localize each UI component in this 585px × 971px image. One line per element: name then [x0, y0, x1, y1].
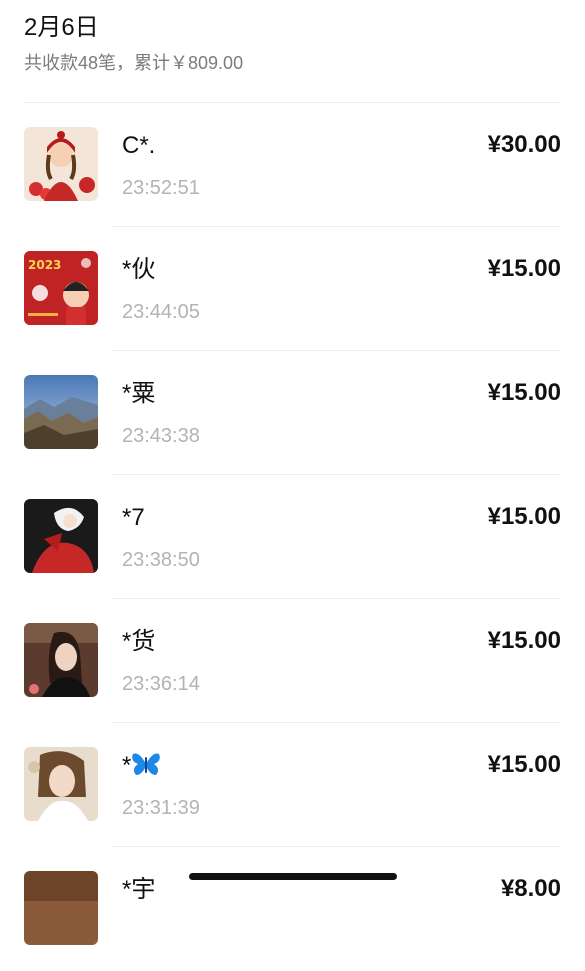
- transaction-row[interactable]: 2023 *伙 23:44:05 ¥15.00: [0, 227, 585, 351]
- payer-name: *粟: [122, 380, 156, 407]
- payer-avatar: [24, 375, 98, 449]
- transaction-row[interactable]: * 23:31:39 ¥15.00: [0, 723, 585, 847]
- transaction-amount: ¥15.00: [487, 751, 561, 778]
- transaction-time: 23:36:14: [122, 673, 200, 695]
- payer-name-text: *: [122, 752, 132, 779]
- payer-name: *宇: [122, 876, 156, 903]
- payer-avatar: [24, 127, 98, 201]
- transaction-amount: ¥30.00: [487, 131, 561, 158]
- butterfly-icon: [132, 753, 161, 775]
- transaction-time: 23:38:50: [122, 549, 200, 571]
- payer-avatar: [24, 747, 98, 821]
- day-summary-header: 2月6日 共收款48笔，累计￥809.00: [24, 12, 561, 76]
- payer-avatar: [24, 871, 98, 945]
- payer-avatar: 2023: [24, 251, 98, 325]
- day-total-summary: 共收款48笔，累计￥809.00: [24, 53, 244, 73]
- transaction-amount: ¥15.00: [487, 379, 561, 406]
- transaction-row[interactable]: C*. 23:52:51 ¥30.00: [0, 103, 585, 227]
- payer-name: *伙: [122, 256, 156, 283]
- payer-name: *: [122, 751, 161, 781]
- transaction-row[interactable]: *宇 ¥8.00: [0, 847, 585, 971]
- payer-name: *货: [122, 628, 156, 655]
- date-title: 2月6日: [24, 14, 99, 41]
- payer-name: C*.: [122, 132, 156, 159]
- svg-text:2023: 2023: [28, 258, 61, 272]
- transaction-time: 23:31:39: [122, 797, 200, 819]
- transaction-row[interactable]: *粟 23:43:38 ¥15.00: [0, 351, 585, 475]
- payer-avatar: [24, 623, 98, 697]
- transaction-list: C*. 23:52:51 ¥30.00 2023 *伙 23:44:05 ¥15…: [0, 103, 585, 971]
- payer-name: *7: [122, 504, 145, 531]
- transaction-amount: ¥15.00: [487, 255, 561, 282]
- transaction-time: 23:52:51: [122, 177, 200, 199]
- transaction-amount: ¥15.00: [487, 627, 561, 654]
- transaction-amount: ¥15.00: [487, 503, 561, 530]
- transaction-amount: ¥8.00: [500, 875, 561, 902]
- transaction-row[interactable]: *7 23:38:50 ¥15.00: [0, 475, 585, 599]
- home-indicator[interactable]: [189, 873, 397, 880]
- transaction-time: 23:44:05: [122, 301, 200, 323]
- transaction-row[interactable]: *货 23:36:14 ¥15.00: [0, 599, 585, 723]
- transaction-time: 23:43:38: [122, 425, 200, 447]
- payer-avatar: [24, 499, 98, 573]
